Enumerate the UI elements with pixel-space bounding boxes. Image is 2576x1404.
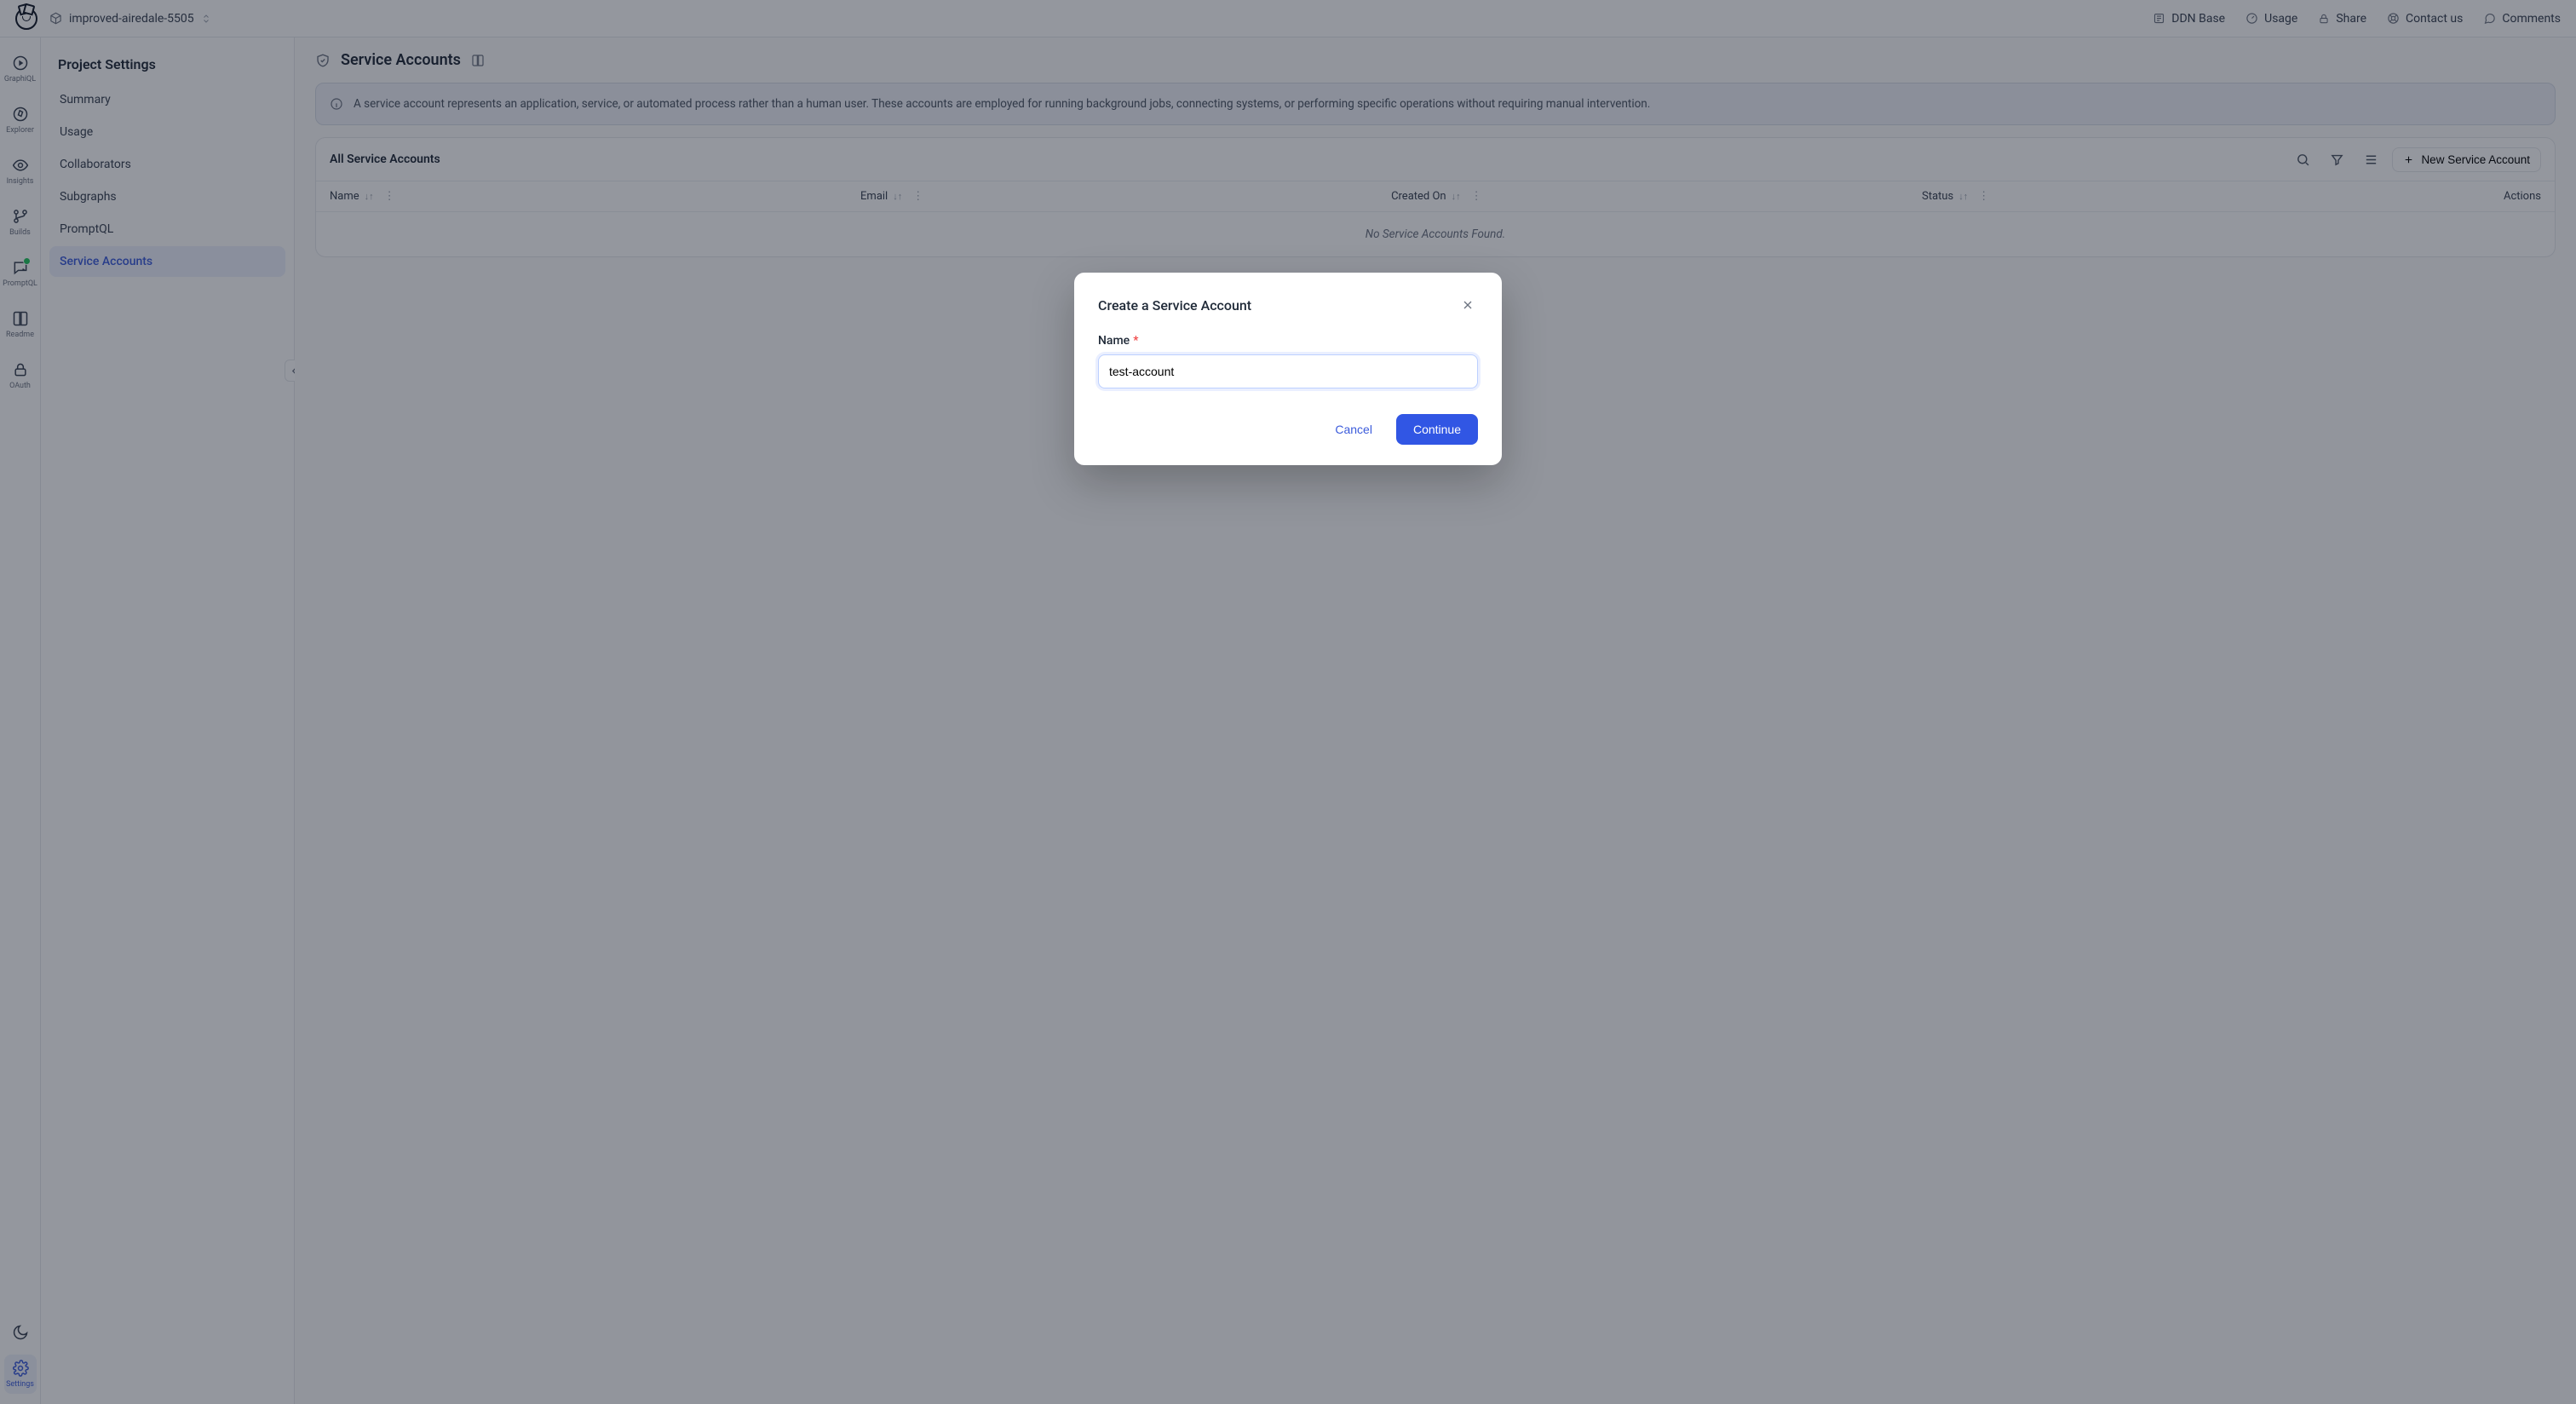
close-icon xyxy=(1461,298,1475,312)
continue-button[interactable]: Continue xyxy=(1396,414,1478,445)
required-indicator: * xyxy=(1133,334,1138,348)
modal-title: Create a Service Account xyxy=(1098,297,1251,314)
cancel-button[interactable]: Cancel xyxy=(1323,414,1384,445)
modal-overlay[interactable]: Create a Service Account Name * Cancel C… xyxy=(0,0,2576,1404)
name-label-text: Name xyxy=(1098,334,1130,348)
modal-close-button[interactable] xyxy=(1458,295,1478,315)
name-field-label: Name * xyxy=(1098,334,1478,348)
create-service-account-modal: Create a Service Account Name * Cancel C… xyxy=(1074,273,1502,465)
name-input[interactable] xyxy=(1098,354,1478,388)
